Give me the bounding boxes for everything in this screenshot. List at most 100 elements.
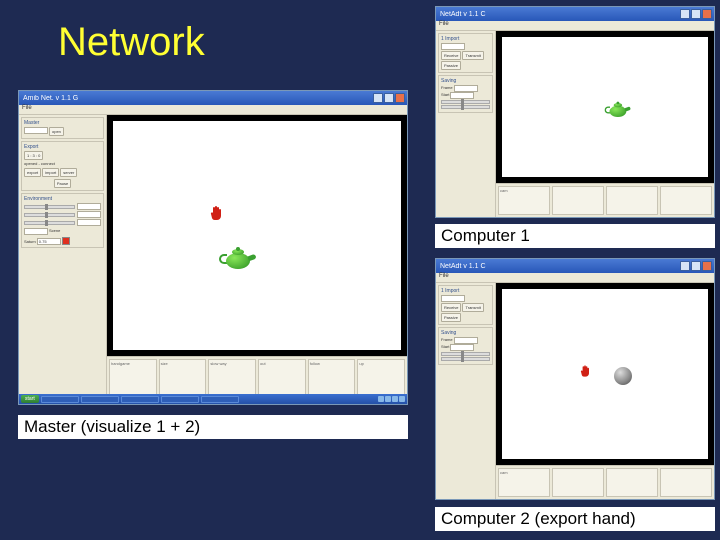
titlebar-buttons bbox=[373, 93, 405, 103]
transmit-button[interactable]: Transmit bbox=[462, 303, 483, 312]
import-field[interactable] bbox=[441, 43, 465, 50]
minimize-button[interactable] bbox=[373, 93, 383, 103]
export-num-button[interactable]: 1 : 3 : 0 bbox=[24, 151, 43, 160]
slider[interactable] bbox=[441, 100, 490, 104]
sidebar: 1 Import Receive Transmit Passive Saving… bbox=[436, 31, 496, 217]
frame-input[interactable] bbox=[454, 337, 478, 344]
pause-button[interactable]: Pause bbox=[54, 179, 71, 188]
conn-status: opened - connect bbox=[24, 161, 101, 166]
titlebar[interactable]: Amib Net. v 1.1 G bbox=[19, 91, 407, 105]
tray-icon[interactable] bbox=[378, 396, 384, 402]
close-button[interactable] bbox=[702, 261, 712, 271]
scene-3d[interactable] bbox=[496, 31, 714, 183]
slider-value[interactable] bbox=[77, 203, 101, 210]
caption-computer-1: Computer 1 bbox=[435, 224, 715, 248]
receive-button[interactable]: Receive bbox=[441, 51, 461, 60]
bottom-panel: cam bbox=[496, 465, 714, 499]
titlebar-buttons bbox=[680, 261, 712, 271]
teapot-icon bbox=[221, 249, 255, 271]
slider[interactable] bbox=[24, 213, 75, 217]
receive-button[interactable]: Receive bbox=[441, 303, 461, 312]
window-master: Amib Net. v 1.1 G File Master open Expor… bbox=[18, 90, 408, 405]
passive-button[interactable]: Passive bbox=[441, 61, 461, 70]
slider[interactable] bbox=[441, 105, 490, 109]
bottom-cell bbox=[552, 468, 604, 497]
menubar[interactable]: File bbox=[436, 21, 714, 31]
panel-saving: Saving Frame Start bbox=[438, 327, 493, 365]
maximize-button[interactable] bbox=[691, 261, 701, 271]
titlebar-buttons bbox=[680, 9, 712, 19]
server-button[interactable]: server bbox=[60, 168, 77, 177]
maximize-button[interactable] bbox=[384, 93, 394, 103]
panel-saving: Saving Frame Start bbox=[438, 75, 493, 113]
slider[interactable] bbox=[24, 205, 75, 209]
bottom-cell bbox=[552, 186, 604, 215]
system-tray bbox=[378, 396, 405, 402]
slider[interactable] bbox=[441, 352, 490, 356]
close-button[interactable] bbox=[395, 93, 405, 103]
viewport: cam bbox=[496, 31, 714, 217]
transmit-button[interactable]: Transmit bbox=[462, 51, 483, 60]
start-input[interactable] bbox=[450, 344, 474, 351]
export-button[interactable]: export bbox=[24, 168, 41, 177]
viewport: cam bbox=[496, 283, 714, 499]
minimize-button[interactable] bbox=[680, 261, 690, 271]
maximize-button[interactable] bbox=[691, 9, 701, 19]
start-button[interactable]: start bbox=[21, 395, 39, 403]
panel-label: 1 Import bbox=[441, 36, 490, 42]
color-swatch[interactable] bbox=[62, 237, 70, 245]
panel-label: 1 Import bbox=[441, 288, 490, 294]
tray-icon[interactable] bbox=[385, 396, 391, 402]
taskbar-item[interactable] bbox=[121, 396, 159, 403]
scene-3d[interactable] bbox=[496, 283, 714, 465]
panel-label: Export bbox=[24, 144, 101, 150]
tray-icon[interactable] bbox=[392, 396, 398, 402]
start-input[interactable] bbox=[450, 92, 474, 99]
window-computer-2: NetAdt v 1.1 C File 1 Import Receive Tra… bbox=[435, 258, 715, 500]
slider-value[interactable] bbox=[77, 211, 101, 218]
close-button[interactable] bbox=[702, 9, 712, 19]
taskbar-item[interactable] bbox=[161, 396, 199, 403]
panel-label: Saving bbox=[441, 330, 490, 336]
bottom-cell bbox=[660, 186, 712, 215]
start-label: Start bbox=[441, 92, 449, 99]
titlebar[interactable]: NetAdt v 1.1 C bbox=[436, 259, 714, 273]
bottom-cell bbox=[660, 468, 712, 497]
start-label: Start bbox=[441, 344, 449, 351]
open-button[interactable]: open bbox=[49, 127, 64, 136]
titlebar[interactable]: NetAdt v 1.1 C bbox=[436, 7, 714, 21]
panel-label: Environment bbox=[24, 196, 101, 202]
frame-input[interactable] bbox=[454, 85, 478, 92]
import-field[interactable] bbox=[441, 295, 465, 302]
saturn-label: Saturn bbox=[24, 239, 36, 244]
ip-field[interactable] bbox=[24, 127, 48, 134]
env-input[interactable] bbox=[24, 228, 48, 235]
slider[interactable] bbox=[441, 357, 490, 361]
bottom-cell: cam bbox=[498, 186, 550, 215]
panel-master: Master open bbox=[21, 117, 104, 139]
caption-master: Master (visualize 1 + 2) bbox=[18, 415, 408, 439]
frame-label: Frame bbox=[441, 85, 453, 92]
menubar[interactable]: File bbox=[436, 273, 714, 283]
frame-label: Frame bbox=[441, 337, 453, 344]
taskbar-item[interactable] bbox=[41, 396, 79, 403]
scene-3d[interactable] bbox=[107, 115, 407, 356]
teapot-icon bbox=[606, 103, 630, 118]
slider-value[interactable] bbox=[77, 219, 101, 226]
import-button[interactable]: import bbox=[42, 168, 59, 177]
taskbar[interactable]: start bbox=[19, 394, 407, 404]
caption-computer-2: Computer 2 (export hand) bbox=[435, 507, 715, 531]
tray-icon[interactable] bbox=[399, 396, 405, 402]
slider[interactable] bbox=[24, 221, 75, 225]
taskbar-item[interactable] bbox=[81, 396, 119, 403]
panel-import: 1 Import Receive Transmit Passive bbox=[438, 33, 493, 73]
menubar[interactable]: File bbox=[19, 105, 407, 115]
saturn-input[interactable]: 0.75 bbox=[37, 238, 61, 245]
window-title: Amib Net. v 1.1 G bbox=[21, 95, 78, 102]
minimize-button[interactable] bbox=[680, 9, 690, 19]
window-computer-1: NetAdt v 1.1 C File 1 Import Receive Tra… bbox=[435, 6, 715, 218]
window-title: NetAdt v 1.1 C bbox=[438, 263, 486, 270]
viewport: handgame size slow way out follow up bbox=[107, 115, 407, 404]
taskbar-item[interactable] bbox=[201, 396, 239, 403]
passive-button[interactable]: Passive bbox=[441, 313, 461, 322]
